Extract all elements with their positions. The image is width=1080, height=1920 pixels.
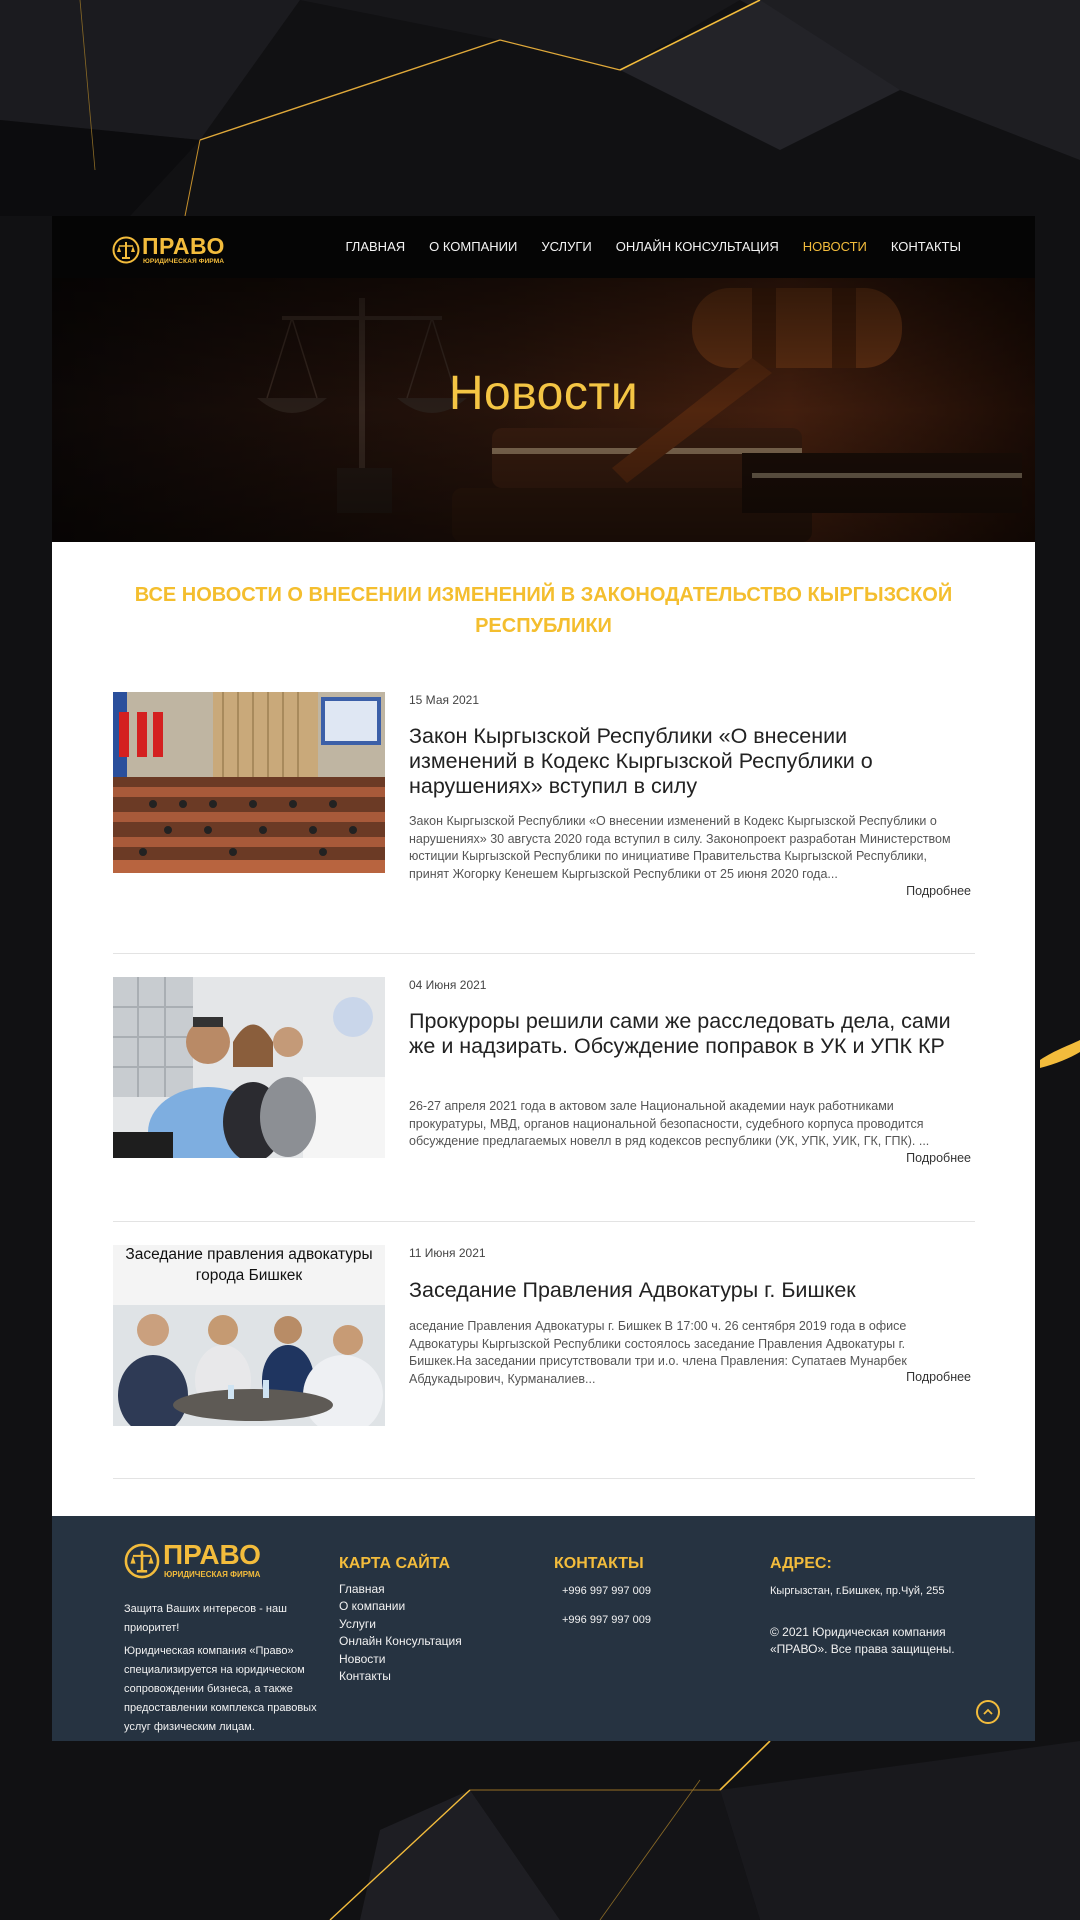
copyright-text: © 2021 Юридическая компания «ПРАВО». Все…	[770, 1625, 955, 1656]
footer-link-contacts[interactable]: Контакты	[339, 1668, 519, 1685]
news-image-bar-meeting[interactable]: Заседание правления адвокатуры города Би…	[113, 1245, 385, 1426]
news-divider	[113, 1478, 975, 1479]
phone-number[interactable]: +996 997 997 009	[562, 1613, 734, 1627]
news-date: 04 Июня 2021	[409, 978, 487, 992]
site-footer: ПРАВО ЮРИДИЧЕСКАЯ ФИРМА Защита Ваших инт…	[52, 1516, 1035, 1741]
footer-tagline: Защита Ваших интересов - наш приоритет!	[124, 1603, 287, 1634]
read-more-link[interactable]: Подробнее	[906, 884, 971, 898]
nav-item-services[interactable]: УСЛУГИ	[541, 238, 591, 256]
hero-banner: Новости	[52, 278, 1035, 542]
nav-item-about[interactable]: О КОМПАНИИ	[429, 238, 517, 256]
footer-about-column: ПРАВО ЮРИДИЧЕСКАЯ ФИРМА Защита Ваших инт…	[124, 1539, 324, 1737]
news-item: 04 Июня 2021 Прокуроры решили сами же ра…	[113, 977, 975, 1167]
news-title[interactable]: Заседание Правления Адвокатуры г. Бишкек	[409, 1278, 969, 1303]
address-text: Кыргызстан, г.Бишкек, пр.Чуй, 255	[770, 1585, 945, 1597]
scroll-to-top-button[interactable]	[976, 1700, 1000, 1724]
header-logo[interactable]: ПРАВО ЮРИДИЧЕСКАЯ ФИРМА	[112, 233, 232, 268]
read-more-link[interactable]: Подробнее	[906, 1151, 971, 1165]
address-heading: АДРЕС:	[770, 1555, 832, 1572]
scales-of-justice-icon	[124, 1543, 160, 1579]
footer-link-online-consultation[interactable]: Онлайн Консультация	[339, 1633, 519, 1650]
footer-link-about[interactable]: О компании	[339, 1598, 519, 1615]
news-excerpt: Закон Кыргызской Республики «О внесении …	[409, 814, 951, 881]
news-item: 15 Мая 2021 Закон Кыргызской Республики …	[113, 692, 975, 898]
contacts-heading: КОНТАКТЫ	[554, 1555, 644, 1572]
news-title[interactable]: Закон Кыргызской Республики «О внесении …	[409, 724, 949, 799]
nav-item-home[interactable]: ГЛАВНАЯ	[346, 238, 406, 256]
news-excerpt: аседание Правления Адвокатуры г. Бишкек …	[409, 1319, 907, 1386]
footer-logo-subtitle: ЮРИДИЧЕСКАЯ ФИРМА	[164, 1570, 261, 1579]
footer-logo-title: ПРАВО	[163, 1539, 261, 1570]
chevron-up-icon	[983, 1708, 993, 1715]
footer-logo[interactable]: ПРАВО ЮРИДИЧЕСКАЯ ФИРМА	[124, 1539, 274, 1584]
footer-about-text: Юридическая компания «Право» специализир…	[124, 1645, 317, 1733]
news-excerpt: 26-27 апреля 2021 года в актовом зале На…	[409, 1099, 930, 1148]
news-item: Заседание правления адвокатуры города Би…	[113, 1245, 975, 1426]
news-date: 15 Мая 2021	[409, 693, 480, 707]
top-navigation-bar: ПРАВО ЮРИДИЧЕСКАЯ ФИРМА ГЛАВНАЯ О КОМПАН…	[52, 216, 1035, 278]
footer-address-column: АДРЕС: Кыргызстан, г.Бишкек, пр.Чуй, 255…	[770, 1554, 990, 1658]
news-date: 11 Июня 2021	[409, 1246, 486, 1260]
news-section: ВСЕ НОВОСТИ О ВНЕСЕНИИ ИЗМЕНЕНИЙ В ЗАКОН…	[52, 542, 1035, 1516]
main-menu: ГЛАВНАЯ О КОМПАНИИ УСЛУГИ ОНЛАЙН КОНСУЛЬ…	[346, 238, 962, 256]
nav-item-online-consultation[interactable]: ОНЛАЙН КОНСУЛЬТАЦИЯ	[616, 238, 779, 256]
footer-sitemap-column: КАРТА САЙТА Главная О компании Услуги Он…	[339, 1554, 519, 1685]
phone-number[interactable]: +996 997 997 009	[562, 1584, 734, 1598]
footer-link-home[interactable]: Главная	[339, 1581, 519, 1598]
footer-link-news[interactable]: Новости	[339, 1651, 519, 1668]
footer-contacts-column: КОНТАКТЫ +996 997 997 009 +996 997 997 0…	[554, 1554, 734, 1627]
news-image-prosecutors[interactable]	[113, 977, 385, 1158]
nav-item-news[interactable]: НОВОСТИ	[803, 238, 867, 256]
image-caption: Заседание правления адвокатуры города Би…	[125, 1246, 373, 1284]
section-heading: ВСЕ НОВОСТИ О ВНЕСЕНИИ ИЗМЕНЕНИЙ В ЗАКОН…	[134, 584, 953, 637]
page-title: Новости	[448, 367, 639, 420]
news-divider	[113, 953, 975, 954]
logo-subtitle: ЮРИДИЧЕСКАЯ ФИРМА	[143, 258, 225, 265]
read-more-link[interactable]: Подробнее	[906, 1370, 971, 1384]
website-frame: ПРАВО ЮРИДИЧЕСКАЯ ФИРМА ГЛАВНАЯ О КОМПАН…	[52, 216, 1035, 1741]
footer-link-services[interactable]: Услуги	[339, 1616, 519, 1633]
news-title[interactable]: Прокуроры решили сами же расследовать де…	[409, 1009, 969, 1059]
news-divider	[113, 1221, 975, 1222]
news-image-parliament[interactable]	[113, 692, 385, 873]
logo-title: ПРАВО	[142, 233, 225, 259]
sitemap-heading: КАРТА САЙТА	[339, 1555, 451, 1572]
nav-item-contacts[interactable]: КОНТАКТЫ	[891, 238, 961, 256]
scales-of-justice-icon	[112, 236, 140, 264]
